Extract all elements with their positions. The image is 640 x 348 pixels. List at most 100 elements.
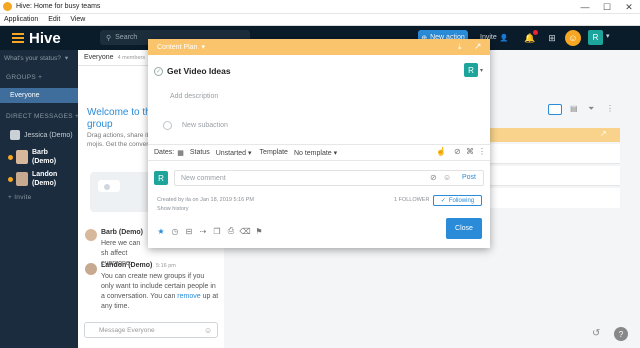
emoji-icon[interactable]: ☺: [443, 173, 451, 182]
template-value: No template: [293, 149, 332, 157]
avatar: [16, 172, 28, 186]
comment-input[interactable]: New comment: [174, 170, 484, 186]
message-author: Barb (Demo): [101, 229, 144, 236]
star-icon[interactable]: ★: [154, 227, 168, 236]
sidebar-item-jessica[interactable]: Jessica (Demo): [10, 130, 73, 140]
avatar: [85, 229, 97, 241]
card-row[interactable]: [490, 188, 620, 208]
status-label: Status: [189, 149, 210, 156]
app-logo-icon: [3, 2, 12, 11]
clock-icon[interactable]: ◷: [168, 227, 182, 236]
sidebar-item-barb[interactable]: Barb (Demo): [8, 148, 56, 166]
menu-bar: Application Edit View: [0, 14, 640, 26]
assignee-avatar[interactable]: R: [464, 63, 478, 77]
avatar: [16, 150, 28, 164]
avatar: [85, 263, 97, 275]
avatar: [10, 130, 20, 140]
subaction-checkbox[interactable]: [163, 121, 172, 130]
complete-checkbox[interactable]: ✓: [154, 67, 163, 76]
expand-icon[interactable]: ↗: [600, 129, 607, 138]
invite-link[interactable]: + Invite: [8, 194, 32, 201]
maximize-button[interactable]: ☐: [596, 0, 618, 14]
groups-heading[interactable]: GROUPS +: [6, 74, 42, 81]
status-input[interactable]: What's your status? ▾: [4, 52, 74, 64]
status-select[interactable]: Unstarted ▾: [216, 149, 252, 157]
chevron-down-icon[interactable]: ▾: [201, 43, 205, 51]
sidebar-item-everyone[interactable]: Everyone: [0, 88, 78, 103]
print-icon[interactable]: ⎙: [224, 226, 238, 236]
emoji-icon[interactable]: ☺: [204, 326, 212, 335]
document-icon[interactable]: ▤: [570, 104, 578, 113]
calendar-icon[interactable]: ▦: [177, 149, 184, 157]
more-icon[interactable]: ⋮: [606, 104, 614, 113]
minimize-button[interactable]: —: [574, 0, 596, 14]
sidebar-item-landon[interactable]: Landon (Demo): [8, 170, 57, 188]
dm-name: Jessica (Demo): [24, 131, 73, 139]
description-field[interactable]: Add description: [170, 93, 218, 100]
unread-dot-icon: [8, 154, 13, 160]
check-icon: ✓: [440, 198, 446, 204]
brand-name: Hive: [29, 29, 61, 47]
card-row[interactable]: [490, 144, 620, 164]
project-name[interactable]: Content Plan: [157, 44, 197, 51]
delete-icon[interactable]: ⌫: [238, 227, 252, 236]
welcome-text: Drag actions, share it, mojis. Get the c…: [87, 132, 151, 148]
add-user-icon: 👤: [499, 34, 509, 42]
chevron-down-icon[interactable]: ▾: [606, 32, 610, 40]
window-title: Hive: Home for busy teams: [16, 3, 101, 10]
dates-label: Dates:: [154, 149, 175, 156]
download-icon[interactable]: ⤓: [458, 42, 462, 52]
hand-icon[interactable]: ☝: [436, 147, 446, 156]
following-label: Following: [448, 197, 475, 204]
message-input[interactable]: Message Everyone: [84, 322, 218, 338]
expand-icon[interactable]: ↗: [474, 41, 482, 52]
attachment-icon[interactable]: ⊘: [454, 147, 461, 156]
menu-icon: [12, 33, 24, 43]
task-title[interactable]: Get Video Ideas: [167, 66, 231, 76]
template-select[interactable]: No template ▾: [294, 149, 337, 157]
modal-header: Content Plan ▾: [148, 39, 490, 55]
follower-count[interactable]: 1 FOLLOWER: [394, 197, 429, 203]
archive-icon[interactable]: ⊟: [182, 227, 196, 236]
search-icon: ⚲: [106, 34, 112, 42]
show-history-link[interactable]: Show history: [157, 206, 189, 212]
list-view-icon[interactable]: [548, 104, 562, 115]
window-titlebar: Hive: Home for busy teams: [0, 0, 640, 14]
following-button[interactable]: ✓ Following: [433, 195, 482, 206]
help-icon[interactable]: ?: [614, 327, 628, 341]
message-text: You can create new groups if you only wa…: [101, 272, 219, 312]
channel-name: Everyone: [84, 54, 114, 61]
more-icon[interactable]: ⋮: [478, 147, 486, 156]
member-count[interactable]: 4 members: [118, 55, 146, 61]
avatar[interactable]: R: [588, 30, 603, 45]
attachment-icon[interactable]: ⊘: [430, 173, 437, 182]
remove-link[interactable]: remove: [177, 293, 200, 300]
template-label: Template: [259, 149, 288, 156]
dm-name: Landon (Demo): [32, 171, 58, 187]
new-subaction-input[interactable]: New subaction: [182, 122, 228, 129]
card-row[interactable]: [490, 166, 620, 186]
welcome-heading: Welcome to the group: [87, 107, 157, 130]
brand[interactable]: Hive: [12, 28, 61, 48]
menu-edit[interactable]: Edit: [48, 16, 60, 23]
chevron-down-icon[interactable]: ▾: [480, 67, 483, 74]
commenter-avatar: R: [154, 171, 168, 185]
user-avatar-icon[interactable]: ☺: [565, 30, 581, 46]
share-icon[interactable]: ⇢: [196, 227, 210, 236]
history-icon[interactable]: ↺: [592, 328, 600, 339]
close-window-button[interactable]: ✕: [618, 0, 640, 14]
dm-heading[interactable]: DIRECT MESSAGES +: [6, 113, 79, 120]
filter-icon[interactable]: ⏷: [588, 104, 594, 114]
created-by: Created by ila on Jan 18, 2019 5:16 PM: [157, 197, 254, 203]
apps-icon[interactable]: ⊞: [544, 30, 560, 46]
status-value: Unstarted: [215, 149, 247, 157]
unread-dot-icon: [8, 176, 13, 182]
copy-icon[interactable]: ❐: [210, 227, 224, 236]
comment-placeholder: New comment: [181, 174, 226, 182]
close-button[interactable]: Close: [446, 218, 482, 239]
post-button[interactable]: Post: [462, 174, 476, 181]
menu-application[interactable]: Application: [4, 16, 38, 23]
flag-icon[interactable]: ⚑: [252, 227, 266, 236]
menu-view[interactable]: View: [70, 16, 85, 23]
link-icon[interactable]: ⌘: [466, 147, 474, 156]
